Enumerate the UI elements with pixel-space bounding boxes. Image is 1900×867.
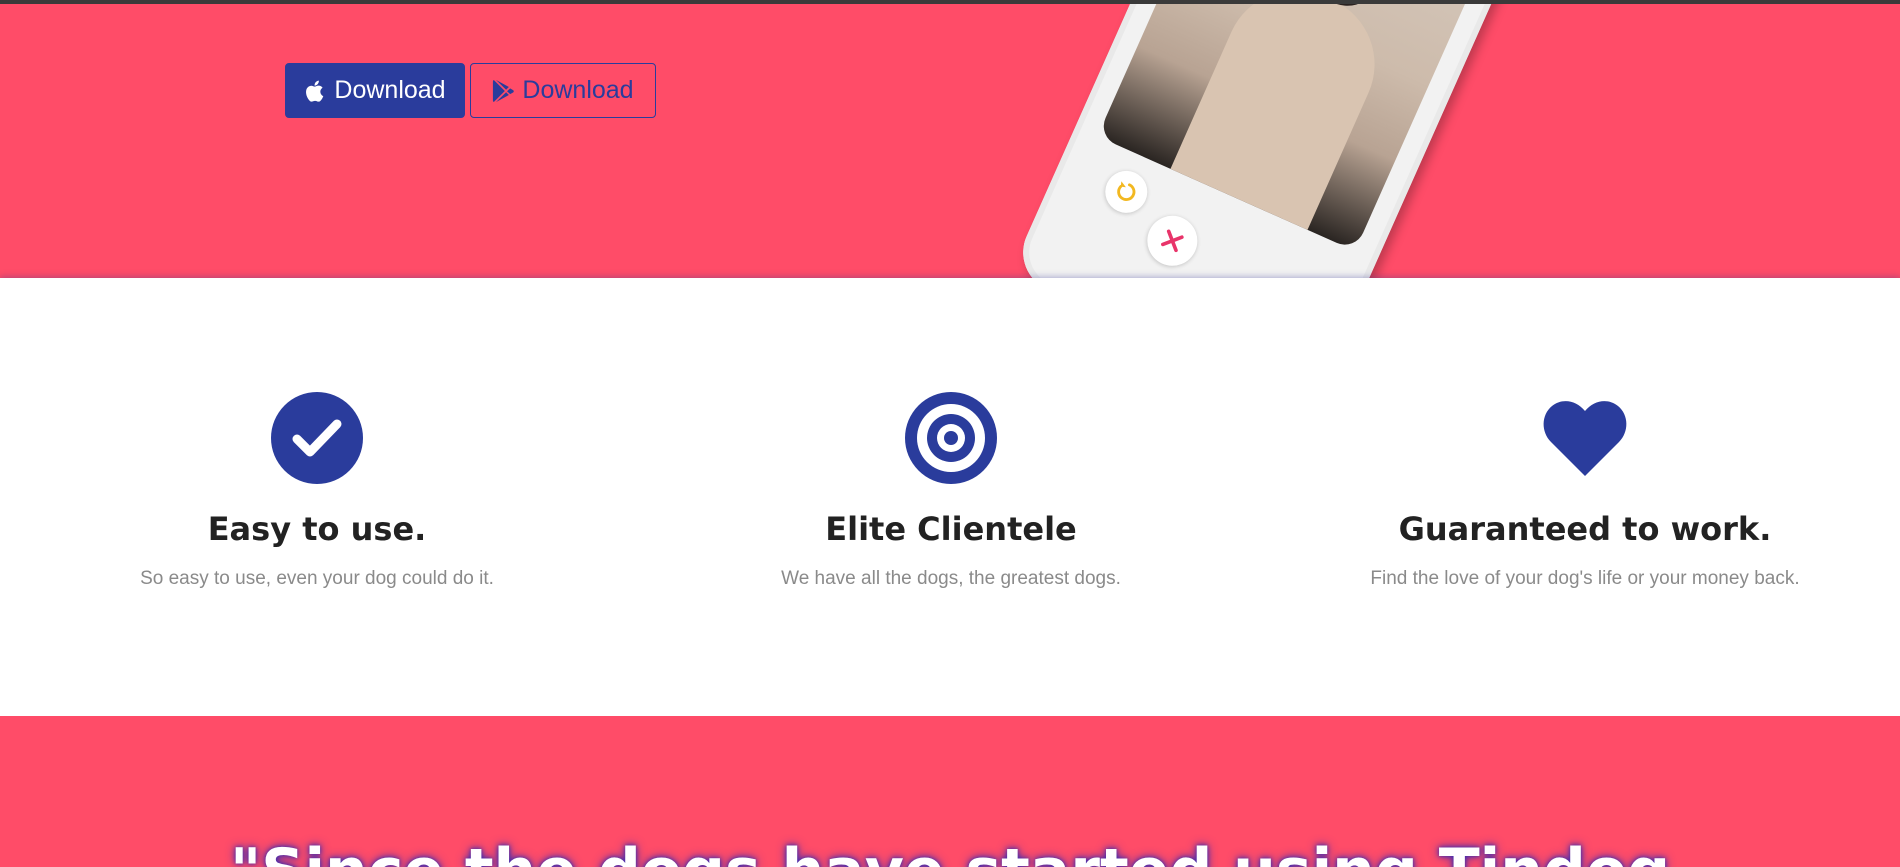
google-play-download-label: Download	[522, 76, 634, 104]
google-play-icon	[492, 79, 515, 103]
dog-photo	[1097, 4, 1490, 251]
dog-body	[1162, 4, 1397, 249]
feature-elite-clientele: Elite Clientele We have all the dogs, th…	[634, 392, 1268, 590]
feature-description: Find the love of your dog's life or your…	[1370, 568, 1800, 589]
feature-guaranteed: Guaranteed to work. Find the love of you…	[1268, 392, 1900, 590]
app-store-download-button[interactable]: Download	[285, 63, 465, 118]
heart-icon	[1539, 392, 1631, 484]
feature-title: Guaranteed to work.	[1398, 510, 1772, 548]
feature-title: Easy to use.	[207, 510, 427, 548]
feature-easy-to-use: Easy to use. So easy to use, even your d…	[0, 392, 634, 590]
phone-mockup	[1000, 4, 1560, 278]
feature-title: Elite Clientele	[825, 510, 1077, 548]
phone-frame	[1010, 4, 1540, 278]
apple-icon	[304, 79, 326, 103]
feature-description: We have all the dogs, the greatest dogs.	[781, 568, 1121, 589]
app-store-download-label: Download	[334, 76, 446, 104]
check-circle-icon	[271, 392, 363, 484]
testimonial-quote: "Since the dogs have started using Tindo…	[0, 836, 1900, 867]
features-section: Easy to use. So easy to use, even your d…	[0, 278, 1900, 716]
testimonial-section: "Since the dogs have started using Tindo…	[0, 716, 1900, 867]
feature-description: So easy to use, even your dog could do i…	[140, 568, 494, 589]
rewind-icon	[1098, 164, 1155, 220]
hero-section: Download Download	[0, 4, 1900, 278]
bullseye-icon	[905, 392, 997, 484]
google-play-download-button[interactable]: Download	[470, 63, 656, 118]
nope-x-icon	[1139, 207, 1206, 274]
